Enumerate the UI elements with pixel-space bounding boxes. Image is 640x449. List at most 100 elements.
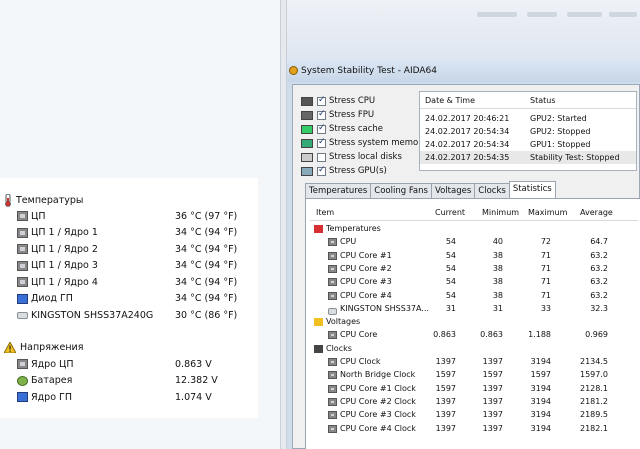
stats-average: 2134.5	[580, 357, 608, 366]
stats-minimum: 1397	[482, 410, 503, 420]
col-average[interactable]: Average	[580, 208, 613, 217]
stats-row[interactable]: CPU Core #2 54 38 71 63.2	[310, 263, 638, 276]
window-titlebar[interactable]: System Stability Test - AIDA64	[287, 60, 640, 82]
col-current[interactable]: Current	[435, 208, 465, 217]
sensor-row[interactable]: ЦП 1 / Ядро 3 34 °C (94 °F)	[0, 258, 258, 274]
log-row[interactable]: 24.02.2017 20:54:34 GPU1: Stopped	[420, 138, 636, 151]
stats-row[interactable]: North Bridge Clock 1597 1597 1597 1597.0	[310, 369, 638, 382]
stress-checkbox[interactable]	[317, 137, 326, 148]
tab-voltages[interactable]: Voltages	[430, 183, 476, 198]
chip-icon	[328, 251, 337, 260]
stats-row[interactable]: CPU Core 0.863 0.863 1.188 0.969	[310, 329, 638, 342]
col-minimum[interactable]: Minimum	[482, 208, 519, 217]
stats-row[interactable]: CPU Core #4 54 38 71 63.2	[310, 290, 638, 303]
stats-average: 2182.1	[580, 423, 608, 433]
log-row[interactable]: 24.02.2017 20:54:35 Stability Test: Stopp…	[420, 151, 636, 164]
tab-temperatures[interactable]: Temperatures	[305, 183, 372, 198]
stats-row[interactable]: CPU Core #4 Clock 1397 1397 3194 2182.1	[310, 423, 638, 436]
stats-row[interactable]: CPU 54 40 72 64.7	[310, 236, 638, 249]
sensor-value: 34 °C (94 °F)	[175, 243, 238, 255]
stress-option-label: Stress FPU	[329, 110, 375, 120]
tab-statistics[interactable]: Statistics	[508, 181, 556, 198]
thermometer-icon	[5, 193, 11, 207]
stats-row[interactable]: CPU Core #2 Clock 1397 1397 3194 2181.2	[310, 396, 638, 409]
log-col-datetime[interactable]: Date & Time	[425, 96, 475, 105]
log-col-status[interactable]: Status	[530, 96, 556, 105]
stats-group-header[interactable]: Temperatures	[310, 223, 638, 236]
pane-splitter[interactable]	[280, 0, 287, 449]
log-status: GPU2: Started	[530, 114, 587, 123]
stats-row[interactable]: CPU Core #1 54 38 71 63.2	[310, 250, 638, 263]
stats-maximum: 3194	[530, 383, 551, 393]
stats-current: 54	[445, 237, 456, 247]
stats-maximum: 3194	[530, 423, 551, 433]
voltages-title: Напряжения	[20, 341, 84, 353]
temperatures-header[interactable]: Температуры	[4, 193, 83, 207]
stress-option[interactable]: Stress system memory	[301, 136, 427, 150]
log-row[interactable]: 24.02.2017 20:46:21 GPU2: Started	[420, 112, 636, 125]
sensor-row[interactable]: ЦП 1 / Ядро 2 34 °C (94 °F)	[0, 241, 258, 257]
stats-group-header[interactable]: Clocks	[310, 343, 638, 356]
chip-icon	[17, 359, 28, 369]
stats-minimum: 38	[492, 263, 503, 273]
stats-item: CPU Core #4 Clock	[340, 423, 416, 433]
tab-cooling-fans[interactable]: Cooling Fans	[370, 183, 432, 198]
stats-maximum: 3194	[530, 357, 551, 366]
status-log[interactable]: Date & Time Status 24.02.2017 20:46:21 GP…	[419, 91, 637, 171]
sensor-value: 34 °C (94 °F)	[175, 227, 238, 238]
col-item[interactable]: Item	[316, 208, 334, 217]
stress-option[interactable]: Stress GPU(s)	[301, 164, 387, 178]
sensor-value: 1.074 V	[175, 391, 212, 403]
stress-option[interactable]: Stress cache	[301, 122, 383, 136]
stress-checkbox[interactable]	[317, 152, 326, 162]
stats-maximum: 1.188	[528, 330, 551, 340]
log-status: Stability Test: Stopped	[530, 153, 620, 162]
stats-group-name: Clocks	[326, 343, 352, 353]
thermometer-icon	[314, 225, 323, 233]
log-datetime: 24.02.2017 20:46:21	[425, 114, 510, 123]
chip-icon	[328, 278, 337, 287]
col-maximum[interactable]: Maximum	[528, 208, 567, 217]
sensor-name: ЦП 1 / Ядро 3	[31, 260, 98, 271]
stress-option[interactable]: Stress CPU	[301, 94, 375, 108]
stress-option[interactable]: Stress local disks	[301, 150, 402, 164]
stress-checkbox[interactable]	[317, 123, 326, 134]
tab-clocks[interactable]: Clocks	[474, 183, 510, 198]
stats-group-header[interactable]: Voltages	[310, 316, 638, 329]
sensor-name: Ядро ЦП	[31, 358, 74, 370]
sensor-row[interactable]: Батарея 12.382 V	[0, 373, 258, 389]
stats-row[interactable]: CPU Clock 1397 1397 3194 2134.5	[310, 356, 638, 369]
stats-current: 1597	[435, 370, 456, 380]
stress-option[interactable]: Stress FPU	[301, 108, 374, 122]
stats-row[interactable]: CPU Core #1 Clock 1597 1397 3194 2128.1	[310, 383, 638, 396]
stats-item: CPU Core #3 Clock	[340, 410, 416, 420]
stress-checkbox[interactable]	[317, 95, 326, 106]
log-status: GPU2: Stopped	[530, 127, 591, 136]
stats-row[interactable]: KINGSTON SHSS37A... 31 31 33 32.3	[310, 303, 638, 316]
stats-average: 32.3	[590, 303, 608, 313]
tab-bar: Temperatures Cooling Fans Voltages Clocks St…	[305, 181, 556, 198]
chip-icon	[328, 238, 337, 247]
sensor-row[interactable]: Ядро ЦП 0.863 V	[0, 356, 258, 372]
aida64-app-icon	[289, 66, 298, 75]
sensor-row[interactable]: KINGSTON SHSS37A240G 30 °C (86 °F)	[0, 307, 258, 323]
log-row[interactable]: 24.02.2017 20:54:34 GPU2: Stopped	[420, 125, 636, 138]
stats-row[interactable]: CPU Core #3 54 38 71 63.2	[310, 276, 638, 289]
stress-checkbox[interactable]	[317, 109, 326, 120]
stats-item: North Bridge Clock	[340, 370, 416, 380]
chip-icon	[328, 264, 337, 273]
sensor-value: 30 °C (86 °F)	[175, 309, 238, 321]
stats-row[interactable]: CPU Core #3 Clock 1397 1397 3194 2189.5	[310, 409, 638, 422]
drive-icon	[17, 312, 28, 319]
stats-item: CPU	[340, 237, 357, 247]
sensor-row[interactable]: Ядро ГП 1.074 V	[0, 389, 258, 405]
log-datetime: 24.02.2017 20:54:34	[425, 140, 510, 149]
sensor-row[interactable]: ЦП 1 / Ядро 1 34 °C (94 °F)	[0, 225, 258, 241]
stress-checkbox[interactable]	[317, 165, 326, 176]
sensor-row[interactable]: ЦП 1 / Ядро 4 34 °C (94 °F)	[0, 274, 258, 290]
sensor-row[interactable]: ЦП 36 °C (97 °F)	[0, 208, 258, 224]
sensor-row[interactable]: Диод ГП 34 °C (94 °F)	[0, 291, 258, 307]
stats-maximum: 1597	[530, 370, 551, 380]
stats-minimum: 1597	[482, 370, 503, 380]
voltages-header[interactable]: Напряжения	[4, 340, 83, 354]
